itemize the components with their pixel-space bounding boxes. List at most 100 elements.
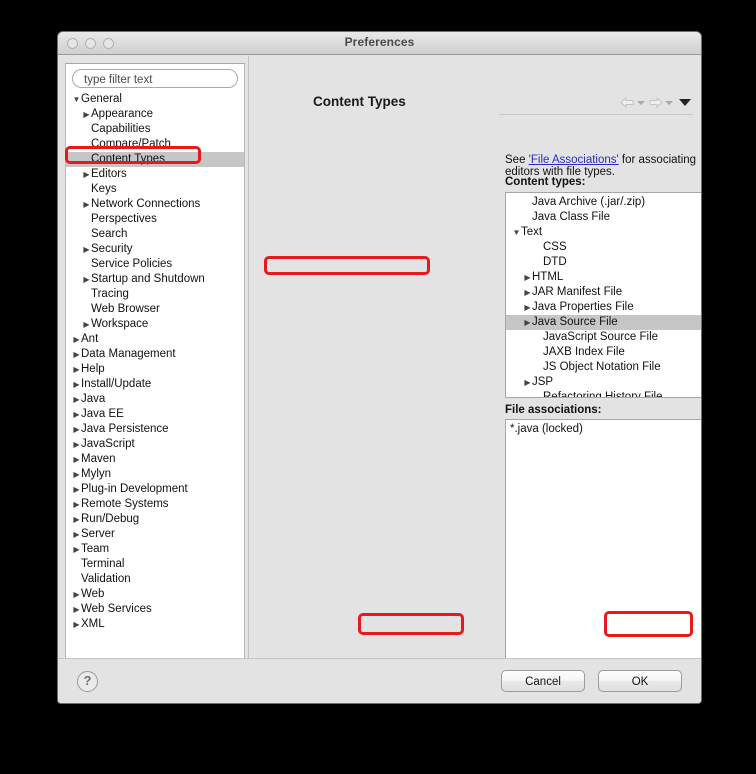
- sidebar-item-maven[interactable]: ▶ Maven: [66, 452, 244, 467]
- sidebar-item-java-persistence[interactable]: ▶ Java Persistence: [66, 422, 244, 437]
- twisty-right-icon[interactable]: ▶: [72, 332, 81, 347]
- file-association-item[interactable]: *.java (locked): [506, 420, 701, 435]
- twisty-down-icon[interactable]: ▼: [512, 225, 521, 240]
- sidebar-item-editors[interactable]: ▶ Editors: [66, 167, 244, 182]
- twisty-right-icon[interactable]: ▶: [72, 392, 81, 407]
- twisty-right-icon[interactable]: ▶: [72, 467, 81, 482]
- ok-button[interactable]: OK: [598, 670, 682, 692]
- twisty-right-icon[interactable]: ▶: [523, 300, 532, 315]
- twisty-right-icon[interactable]: ▶: [82, 242, 91, 257]
- sidebar-item-capabilities[interactable]: Capabilities: [66, 122, 244, 137]
- file-associations-hint: See 'File Associations' for associating …: [505, 154, 701, 178]
- sidebar-item-web[interactable]: ▶ Web: [66, 587, 244, 602]
- content-type-row[interactable]: JavaScript Source File: [506, 330, 701, 345]
- content-type-row[interactable]: ▼ Text: [506, 225, 701, 240]
- sidebar-item-java[interactable]: ▶ Java: [66, 392, 244, 407]
- twisty-right-icon[interactable]: ▶: [523, 270, 532, 285]
- sidebar-item-run-debug[interactable]: ▶ Run/Debug: [66, 512, 244, 527]
- twisty-right-icon[interactable]: ▶: [72, 512, 81, 527]
- content-type-row[interactable]: JAXB Index File: [506, 345, 701, 360]
- content-type-row[interactable]: Refactoring History File: [506, 390, 701, 397]
- twisty-right-icon[interactable]: ▶: [72, 482, 81, 497]
- sidebar-item-network-connections[interactable]: ▶ Network Connections: [66, 197, 244, 212]
- sidebar-item-workspace[interactable]: ▶ Workspace: [66, 317, 244, 332]
- forward-dropdown-caret-icon[interactable]: [665, 100, 673, 105]
- sidebar-item-terminal[interactable]: Terminal: [66, 557, 244, 572]
- twisty-right-icon[interactable]: ▶: [523, 315, 532, 330]
- sidebar-item-data-management[interactable]: ▶ Data Management: [66, 347, 244, 362]
- twisty-right-icon[interactable]: ▶: [72, 377, 81, 392]
- sidebar-item-compare-patch[interactable]: Compare/Patch: [66, 137, 244, 152]
- twisty-right-icon[interactable]: ▶: [72, 602, 81, 617]
- twisty-right-icon[interactable]: ▶: [72, 587, 81, 602]
- sidebar-item-general[interactable]: ▼ General: [66, 92, 244, 107]
- sidebar-item-plug-in-development[interactable]: ▶ Plug-in Development: [66, 482, 244, 497]
- sidebar-item-service-policies[interactable]: Service Policies: [66, 257, 244, 272]
- twisty-down-icon[interactable]: ▼: [72, 92, 81, 107]
- twisty-right-icon[interactable]: ▶: [523, 285, 532, 300]
- back-dropdown-caret-icon[interactable]: [637, 100, 645, 105]
- sidebar-item-java-ee[interactable]: ▶ Java EE: [66, 407, 244, 422]
- sidebar-item-mylyn[interactable]: ▶ Mylyn: [66, 467, 244, 482]
- twisty-right-icon[interactable]: ▶: [82, 167, 91, 182]
- back-arrow-icon[interactable]: [620, 96, 635, 109]
- file-associations-link[interactable]: 'File Associations': [529, 154, 619, 166]
- sidebar-tree[interactable]: ▼ General ▶ Appearance Capabilities Compare/P…: [66, 92, 244, 666]
- sidebar-item-xml[interactable]: ▶ XML: [66, 617, 244, 632]
- twisty-right-icon[interactable]: ▶: [82, 197, 91, 212]
- page-menu-caret-icon[interactable]: [679, 99, 691, 106]
- back-nav-group[interactable]: [620, 96, 645, 109]
- content-type-row[interactable]: DTD: [506, 255, 701, 270]
- content-type-row[interactable]: CSS: [506, 240, 701, 255]
- sidebar-item-perspectives[interactable]: Perspectives: [66, 212, 244, 227]
- file-associations-label: File associations:: [505, 404, 602, 416]
- help-icon[interactable]: ?: [77, 671, 98, 692]
- sidebar-item-help[interactable]: ▶ Help: [66, 362, 244, 377]
- sidebar-item-security[interactable]: ▶ Security: [66, 242, 244, 257]
- sidebar-item-appearance[interactable]: ▶ Appearance: [66, 107, 244, 122]
- sidebar-item-tracing[interactable]: Tracing: [66, 287, 244, 302]
- twisty-right-icon[interactable]: ▶: [72, 407, 81, 422]
- twisty-right-icon[interactable]: ▶: [82, 317, 91, 332]
- cancel-button[interactable]: Cancel: [501, 670, 585, 692]
- twisty-right-icon[interactable]: ▶: [72, 497, 81, 512]
- file-associations-list[interactable]: *.java (locked): [505, 419, 701, 659]
- sidebar-item-web-browser[interactable]: Web Browser: [66, 302, 244, 317]
- sidebar-item-server[interactable]: ▶ Server: [66, 527, 244, 542]
- twisty-right-icon[interactable]: ▶: [72, 362, 81, 377]
- sidebar-item-search[interactable]: Search: [66, 227, 244, 242]
- twisty-right-icon[interactable]: ▶: [523, 375, 532, 390]
- sidebar-item-content-types[interactable]: Content Types: [66, 152, 244, 167]
- twisty-right-icon[interactable]: ▶: [72, 617, 81, 632]
- sidebar-item-keys[interactable]: Keys: [66, 182, 244, 197]
- sidebar-item-remote-systems[interactable]: ▶ Remote Systems: [66, 497, 244, 512]
- sidebar-item-ant[interactable]: ▶ Ant: [66, 332, 244, 347]
- sidebar-item-web-services[interactable]: ▶ Web Services: [66, 602, 244, 617]
- sidebar-item-label: Editors: [91, 168, 127, 180]
- twisty-right-icon[interactable]: ▶: [72, 542, 81, 557]
- sidebar-item-install-update[interactable]: ▶ Install/Update: [66, 377, 244, 392]
- twisty-right-icon[interactable]: ▶: [72, 437, 81, 452]
- content-type-row[interactable]: Java Archive (.jar/.zip): [506, 195, 701, 210]
- twisty-right-icon[interactable]: ▶: [72, 452, 81, 467]
- twisty-right-icon[interactable]: ▶: [82, 107, 91, 122]
- twisty-right-icon[interactable]: ▶: [72, 527, 81, 542]
- content-type-row[interactable]: JS Object Notation File: [506, 360, 701, 375]
- twisty-right-icon[interactable]: ▶: [72, 347, 81, 362]
- sidebar-item-javascript[interactable]: ▶ JavaScript: [66, 437, 244, 452]
- filter-input[interactable]: [72, 69, 238, 88]
- twisty-right-icon[interactable]: ▶: [72, 422, 81, 437]
- content-type-row[interactable]: Java Class File: [506, 210, 701, 225]
- content-type-row[interactable]: ▶ JAR Manifest File: [506, 285, 701, 300]
- forward-arrow-icon[interactable]: [648, 96, 663, 109]
- sidebar-item-validation[interactable]: Validation: [66, 572, 244, 587]
- forward-nav-group[interactable]: [648, 96, 673, 109]
- content-type-row[interactable]: ▶ Java Source File: [506, 315, 701, 330]
- content-types-tree[interactable]: Java Archive (.jar/.zip) Java Class File ▼…: [506, 195, 701, 397]
- content-type-row[interactable]: ▶ HTML: [506, 270, 701, 285]
- content-type-row[interactable]: ▶ JSP: [506, 375, 701, 390]
- sidebar-item-startup-and-shutdown[interactable]: ▶ Startup and Shutdown: [66, 272, 244, 287]
- content-type-row[interactable]: ▶ Java Properties File: [506, 300, 701, 315]
- sidebar-item-team[interactable]: ▶ Team: [66, 542, 244, 557]
- twisty-right-icon[interactable]: ▶: [82, 272, 91, 287]
